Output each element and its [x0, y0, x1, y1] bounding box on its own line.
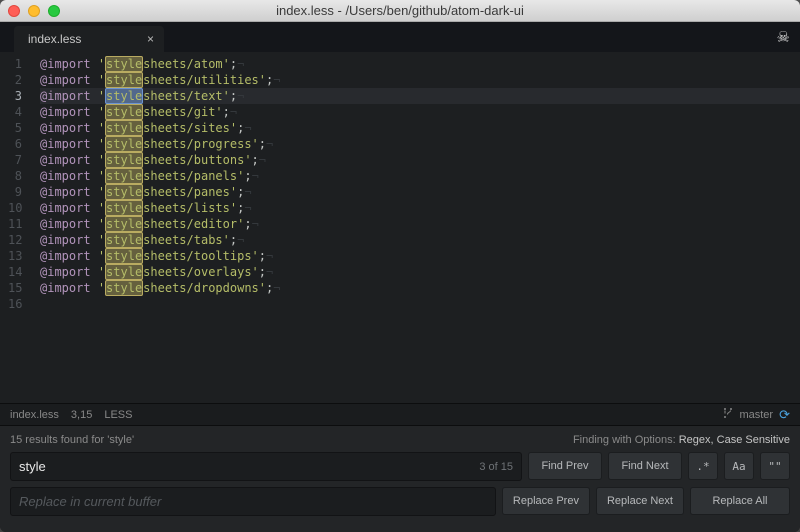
line-number: 14 — [8, 264, 22, 280]
code-line[interactable]: @import 'stylesheets/lists';¬ — [40, 200, 800, 216]
line-number: 4 — [8, 104, 22, 120]
line-number: 8 — [8, 168, 22, 184]
code-line[interactable]: @import 'stylesheets/atom';¬ — [40, 56, 800, 72]
code-line[interactable]: @import 'stylesheets/panels';¬ — [40, 168, 800, 184]
line-number-gutter: 12345678910111213141516 — [0, 52, 32, 403]
line-number: 2 — [8, 72, 22, 88]
close-icon[interactable] — [8, 5, 20, 17]
code-line[interactable]: @import 'stylesheets/utilities';¬ — [40, 72, 800, 88]
line-number: 5 — [8, 120, 22, 136]
code-line[interactable] — [40, 296, 800, 312]
editor-window: index.less - /Users/ben/github/atom-dark… — [0, 0, 800, 532]
find-options-text: Finding with Options: Regex, Case Sensit… — [573, 434, 790, 446]
code-line[interactable]: @import 'stylesheets/tabs';¬ — [40, 232, 800, 248]
line-number: 10 — [8, 200, 22, 216]
find-next-button[interactable]: Find Next — [608, 452, 682, 480]
skull-icon[interactable]: ☠ — [777, 28, 790, 46]
regex-toggle-button[interactable]: .* — [688, 452, 718, 480]
code-line[interactable]: @import 'stylesheets/sites';¬ — [40, 120, 800, 136]
line-number: 6 — [8, 136, 22, 152]
tab-bar: index.less × ☠ — [0, 22, 800, 52]
code-area[interactable]: @import 'stylesheets/atom';¬@import 'sty… — [32, 52, 800, 403]
line-number: 1 — [8, 56, 22, 72]
tab-index-less[interactable]: index.less × — [14, 26, 164, 52]
case-toggle-button[interactable]: Aa — [724, 452, 754, 480]
code-line[interactable]: @import 'stylesheets/progress';¬ — [40, 136, 800, 152]
find-input-value: style — [19, 459, 46, 474]
code-line[interactable]: @import 'stylesheets/git';¬ — [40, 104, 800, 120]
text-editor[interactable]: 12345678910111213141516 @import 'stylesh… — [0, 52, 800, 403]
tab-label: index.less — [28, 32, 81, 46]
replace-placeholder: Replace in current buffer — [19, 494, 161, 509]
replace-prev-button[interactable]: Replace Prev — [502, 487, 590, 515]
code-line[interactable]: @import 'stylesheets/panes';¬ — [40, 184, 800, 200]
line-number: 13 — [8, 248, 22, 264]
code-line[interactable]: @import 'stylesheets/editor';¬ — [40, 216, 800, 232]
find-and-replace-panel: 15 results found for 'style' Finding wit… — [0, 425, 800, 532]
minimize-icon[interactable] — [28, 5, 40, 17]
replace-next-button[interactable]: Replace Next — [596, 487, 684, 515]
code-line[interactable]: @import 'stylesheets/buttons';¬ — [40, 152, 800, 168]
status-file: index.less — [10, 409, 59, 421]
status-branch[interactable]: master — [739, 409, 773, 421]
replace-all-button[interactable]: Replace All — [690, 487, 790, 515]
whole-word-toggle-button[interactable]: "" — [760, 452, 790, 480]
zoom-icon[interactable] — [48, 5, 60, 17]
close-tab-icon[interactable]: × — [147, 32, 154, 46]
line-number: 11 — [8, 216, 22, 232]
line-number: 15 — [8, 280, 22, 296]
window-controls — [8, 5, 60, 17]
status-cursor: 3,15 — [71, 409, 92, 421]
sync-icon[interactable]: ⟳ — [779, 407, 790, 423]
titlebar: index.less - /Users/ben/github/atom-dark… — [0, 0, 800, 22]
branch-icon — [723, 407, 733, 422]
status-bar: index.less 3,15 LESS master ⟳ — [0, 403, 800, 425]
find-results-text: 15 results found for 'style' — [10, 434, 134, 446]
find-counter: 3 of 15 — [479, 461, 513, 473]
code-line[interactable]: @import 'stylesheets/tooltips';¬ — [40, 248, 800, 264]
line-number: 16 — [8, 296, 22, 312]
code-line[interactable]: @import 'stylesheets/dropdowns';¬ — [40, 280, 800, 296]
line-number: 9 — [8, 184, 22, 200]
code-line[interactable]: @import 'stylesheets/overlays';¬ — [40, 264, 800, 280]
status-grammar[interactable]: LESS — [104, 409, 132, 421]
find-input[interactable]: style 3 of 15 — [10, 452, 522, 481]
find-prev-button[interactable]: Find Prev — [528, 452, 602, 480]
line-number: 7 — [8, 152, 22, 168]
line-number: 12 — [8, 232, 22, 248]
code-line[interactable]: @import 'stylesheets/text';¬ — [40, 88, 800, 104]
line-number: 3 — [8, 88, 22, 104]
replace-input[interactable]: Replace in current buffer — [10, 487, 496, 516]
window-title: index.less - /Users/ben/github/atom-dark… — [0, 3, 800, 18]
